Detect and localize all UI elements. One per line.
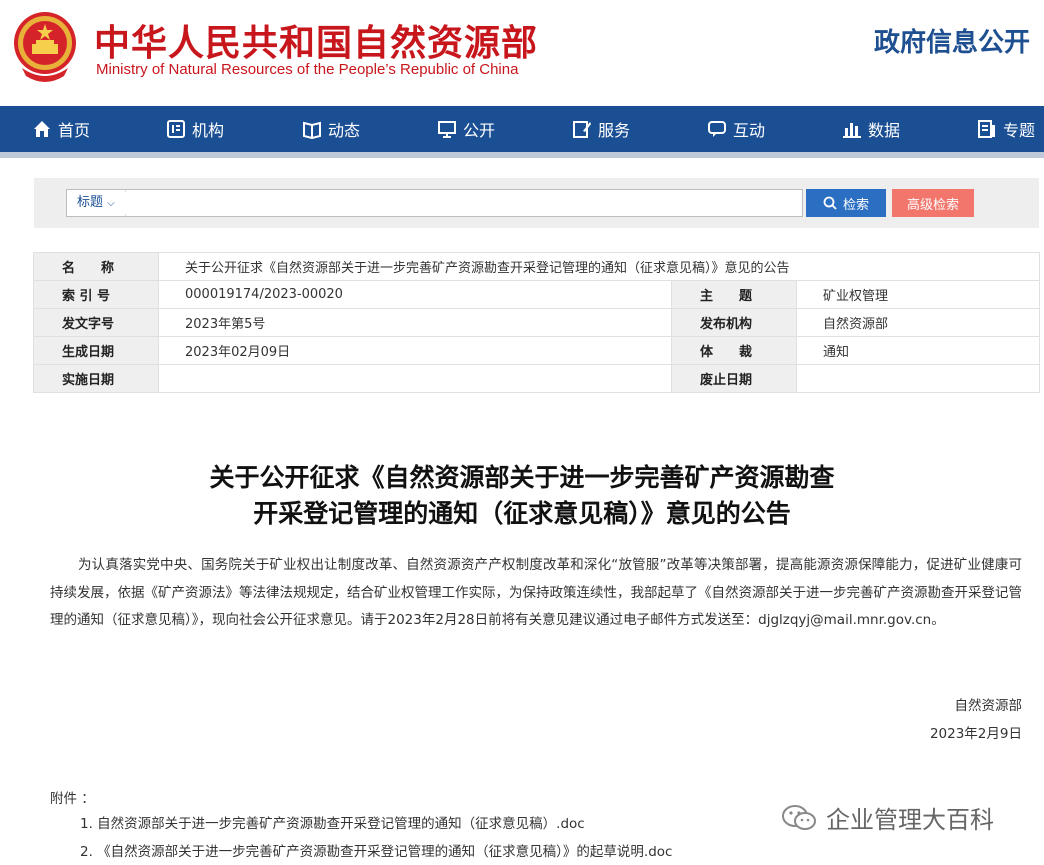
advanced-search-button[interactable]: 高级检索 [892, 189, 974, 217]
site-subtitle: Ministry of Natural Resources of the Peo… [96, 61, 519, 78]
nav-item-public[interactable]: 公开 [437, 106, 495, 152]
topic-icon [978, 120, 995, 138]
attachments-label: 附件 ： [50, 791, 95, 807]
home-icon [34, 121, 50, 137]
meta-value-name: 关于公开征求《自然资源部关于进一步完善矿产资源勘查开采登记管理的通知（征求意见稿… [158, 252, 1040, 281]
search-box: 标题 ⌵ [66, 189, 803, 217]
meta-label-index: 索 引 号 [33, 280, 159, 309]
search-input[interactable] [121, 192, 795, 214]
nav-label: 动态 [328, 121, 361, 140]
monitor-icon [438, 121, 456, 138]
national-emblem-icon [14, 12, 76, 82]
meta-value-created: 2023年02月09日 [158, 336, 672, 365]
meta-value-index: 000019174/2023-00020 [158, 280, 672, 309]
meta-label-effective: 实施日期 [33, 364, 159, 393]
nav-item-service[interactable]: 服务 [572, 106, 630, 152]
search-bar: 标题 ⌵ 检索 高级检索 [34, 178, 1039, 228]
nav-label: 服务 [598, 121, 631, 140]
signature-org: 自然资源部 [954, 698, 1023, 714]
watermark: 企业管理大百科 [780, 800, 994, 835]
main-nav: 首页 机构 动态 公开 服务 互动 数据 专题 [0, 106, 1044, 158]
nav-item-org[interactable]: 机构 [166, 106, 224, 152]
meta-value-effective [158, 364, 672, 393]
nav-label: 机构 [192, 121, 225, 140]
bar-chart-icon [843, 123, 861, 138]
meta-value-genre: 通知 [796, 336, 1040, 365]
nav-label: 首页 [58, 121, 91, 140]
article-title-line1: 关于公开征求《自然资源部关于进一步完善矿产资源勘查 [209, 463, 835, 492]
article-title: 关于公开征求《自然资源部关于进一步完善矿产资源勘查 开采登记管理的通知（征求意见… [0, 460, 1044, 532]
nav-label: 互动 [733, 121, 766, 140]
chat-icon [708, 121, 726, 137]
nav-item-home[interactable]: 首页 [32, 106, 90, 152]
signature-date: 2023年2月9日 [929, 726, 1022, 742]
article-title-line2: 开采登记管理的通知（征求意见稿）》意见的公告 [253, 499, 791, 528]
nav-label: 公开 [463, 121, 496, 140]
nav-item-news[interactable]: 动态 [302, 106, 360, 152]
nav-item-interact[interactable]: 互动 [707, 106, 765, 152]
nav-item-topic[interactable]: 专题 [977, 106, 1035, 152]
meta-label-name: 名 称 [33, 252, 159, 281]
search-button[interactable]: 检索 [806, 189, 886, 217]
site-header: 中华人民共和国自然资源部 Ministry of Natural Resourc… [0, 0, 1044, 106]
wechat-icon [782, 804, 816, 830]
search-icon [823, 196, 837, 210]
meta-value-publisher: 自然资源部 [796, 308, 1040, 337]
attachment-link-2[interactable]: 2. 《自然资源部关于进一步完善矿产资源勘查开采登记管理的通知（征求意见稿）》的… [80, 840, 672, 860]
article-body: 为认真落实党中央、国务院关于矿业权出让制度改革、自然资源资产产权制度改革和深化“… [50, 557, 1022, 628]
meta-value-subject: 矿业权管理 [796, 280, 1040, 309]
meta-value-doc-no: 2023年第5号 [158, 308, 672, 337]
meta-value-expire [796, 364, 1040, 393]
meta-label-subject: 主 题 [671, 280, 797, 309]
book-icon [303, 121, 321, 139]
edit-icon [573, 121, 591, 138]
nav-label: 数据 [868, 121, 901, 140]
search-type-select[interactable]: 标题 ⌵ [67, 190, 126, 216]
nav-item-data[interactable]: 数据 [842, 106, 900, 152]
gov-info-title[interactable]: 政府信息公开 [874, 22, 1030, 59]
search-button-label: 检索 [842, 197, 869, 213]
org-icon [167, 120, 185, 138]
nav-label: 专题 [1003, 121, 1036, 140]
meta-label-expire: 废止日期 [671, 364, 797, 393]
search-type-label: 标题 [77, 195, 104, 210]
meta-label-genre: 体 裁 [671, 336, 797, 365]
chevron-down-icon: ⌵ [107, 198, 115, 209]
attachment-link-1[interactable]: 1. 自然资源部关于进一步完善矿产资源勘查开采登记管理的通知（征求意见稿）.do… [80, 812, 585, 832]
document-meta-table: 名 称 关于公开征求《自然资源部关于进一步完善矿产资源勘查开采登记管理的通知（征… [33, 252, 1040, 393]
watermark-text: 企业管理大百科 [826, 806, 994, 834]
meta-label-created: 生成日期 [33, 336, 159, 365]
meta-label-publisher: 发布机构 [671, 308, 797, 337]
meta-label-doc-no: 发文字号 [33, 308, 159, 337]
site-title: 中华人民共和国自然资源部 [94, 23, 539, 64]
